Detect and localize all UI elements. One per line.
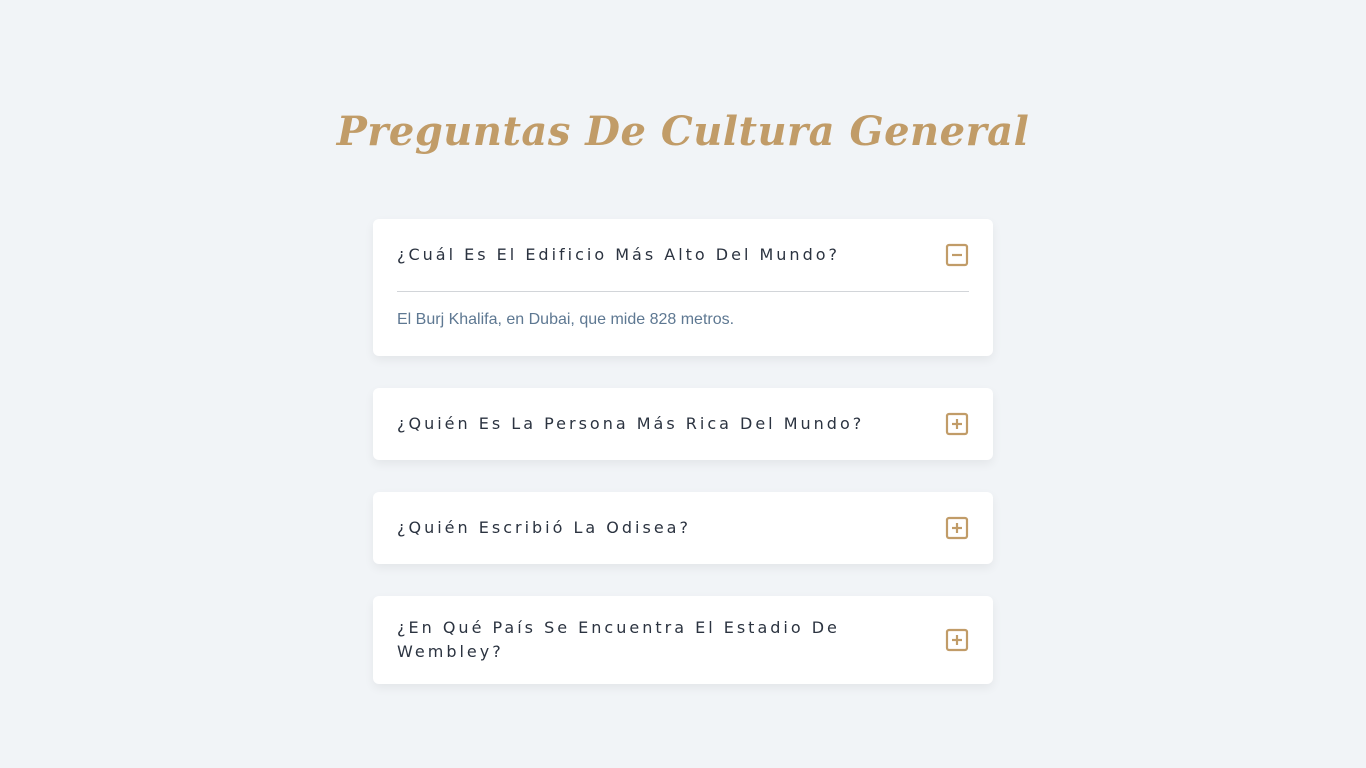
faq-item-persona-rica: ¿Quién Es La Persona Más Rica Del Mundo? xyxy=(373,388,993,460)
faq-item-odisea: ¿Quién Escribió La Odisea? xyxy=(373,492,993,564)
minus-square-icon[interactable] xyxy=(945,243,969,267)
faq-question-toggle[interactable]: ¿Quién Es La Persona Más Rica Del Mundo? xyxy=(397,388,969,460)
faq-answer: El Burj Khalifa, en Dubai, que mide 828 … xyxy=(397,311,735,328)
faq-question: ¿Quién Es La Persona Más Rica Del Mundo? xyxy=(397,414,865,433)
faq-list: ¿Cuál Es El Edificio Más Alto Del Mundo?… xyxy=(373,219,993,716)
faq-item-edificio: ¿Cuál Es El Edificio Más Alto Del Mundo?… xyxy=(373,219,993,356)
faq-question-toggle[interactable]: ¿Quién Escribió La Odisea? xyxy=(397,492,969,564)
plus-square-icon[interactable] xyxy=(945,412,969,436)
faq-question: ¿Cuál Es El Edificio Más Alto Del Mundo? xyxy=(397,245,841,264)
faq-question: ¿En Qué País Se Encuentra El Estadio De … xyxy=(397,618,840,661)
faq-item-wembley: ¿En Qué País Se Encuentra El Estadio De … xyxy=(373,596,993,684)
faq-question-toggle[interactable]: ¿Cuál Es El Edificio Más Alto Del Mundo? xyxy=(397,219,969,291)
plus-square-icon[interactable] xyxy=(945,516,969,540)
faq-question: ¿Quién Escribió La Odisea? xyxy=(397,518,691,537)
faq-question-toggle[interactable]: ¿En Qué País Se Encuentra El Estadio De … xyxy=(397,596,969,684)
page-title: Preguntas De Cultura General xyxy=(336,108,1030,155)
plus-square-icon[interactable] xyxy=(945,628,969,652)
